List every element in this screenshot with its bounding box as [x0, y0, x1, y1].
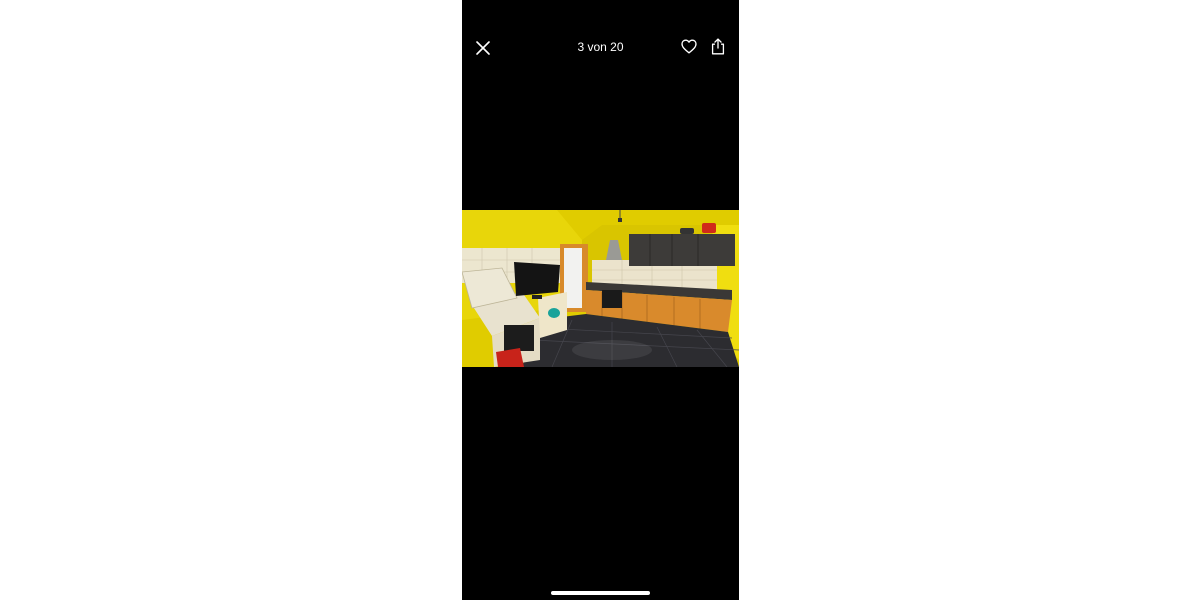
home-indicator	[551, 591, 650, 595]
share-button[interactable]	[705, 33, 731, 59]
share-icon	[711, 38, 725, 54]
viewer-top-bar: 3 von 20	[462, 30, 739, 64]
photo-viewer: 3 von 20	[462, 0, 739, 600]
kitchen-photo[interactable]	[462, 210, 739, 367]
favorite-button[interactable]	[676, 33, 702, 59]
page: 3 von 20	[0, 0, 1200, 600]
kitchen-photo-image	[462, 210, 739, 367]
heart-icon	[681, 39, 697, 53]
